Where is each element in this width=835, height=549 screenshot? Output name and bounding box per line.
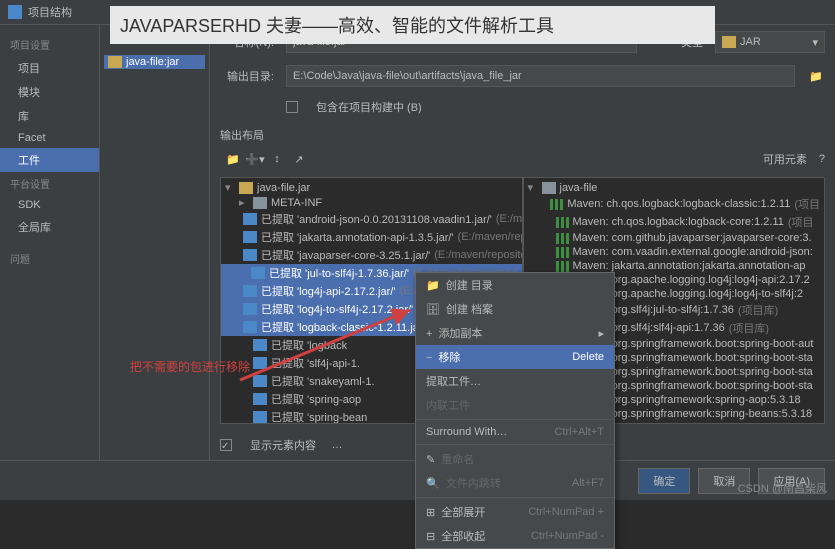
- library-icon: [556, 247, 569, 258]
- type-dropdown[interactable]: JAR ▾: [715, 31, 825, 53]
- chevron-down-icon: ▾: [812, 36, 818, 49]
- ctx-add-copy[interactable]: +添加副本▸: [416, 321, 614, 345]
- library-icon: [556, 217, 569, 228]
- sidebar-item-libraries[interactable]: 库: [0, 104, 99, 128]
- sidebar-group-platform: 平台设置: [0, 172, 99, 195]
- arch-icon: [253, 411, 267, 423]
- app-icon: [8, 5, 22, 19]
- annotation-note: 把不需要的包进行移除: [130, 358, 250, 375]
- plus-icon: +: [426, 328, 432, 340]
- separator: [416, 444, 614, 445]
- separator: [416, 497, 614, 498]
- outdir-label: 输出目录:: [220, 68, 274, 84]
- tree-item[interactable]: 已提取 'javaparser-core-3.25.1.jar/' (E:/ma…: [221, 246, 522, 264]
- arch-icon: [243, 303, 257, 315]
- arch-icon: [253, 375, 267, 387]
- tree-item[interactable]: ▾java-file: [524, 180, 825, 195]
- separator: [416, 419, 614, 420]
- arch-icon: [243, 249, 257, 261]
- arch-icon: [253, 339, 267, 351]
- tree-item[interactable]: ▾java-file.jar: [221, 180, 522, 195]
- ctx-collapse[interactable]: ⊟全部收起Ctrl+NumPad -: [416, 524, 614, 548]
- archive-icon: 🗄: [426, 304, 440, 316]
- folder-icon: 📁: [426, 280, 440, 292]
- artifact-name: java-file:jar: [126, 56, 179, 68]
- arch-icon: [243, 231, 257, 243]
- sort-icon[interactable]: ↕: [268, 150, 286, 168]
- new-folder-icon[interactable]: 📁: [224, 150, 242, 168]
- ctx-create-dir[interactable]: 📁创建 目录: [416, 273, 614, 297]
- sidebar-item-globlib[interactable]: 全局库: [0, 215, 99, 239]
- tree-item[interactable]: Maven: ch.qos.logback:logback-core:1.2.1…: [524, 213, 825, 231]
- sidebar-group-project: 项目设置: [0, 33, 99, 56]
- show-content-label: 显示元素内容: [250, 437, 316, 453]
- dir-icon: [542, 182, 556, 194]
- watermark: CSDN @南昌柴风: [738, 480, 827, 496]
- ctx-nav: 🔍文件内跳转Alt+F7: [416, 471, 614, 495]
- tree-item[interactable]: 已提取 'android-json-0.0.20131108.vaadin1.j…: [221, 210, 522, 228]
- action-icon[interactable]: ↗: [290, 150, 308, 168]
- ctx-expand[interactable]: ⊞全部展开Ctrl+NumPad +: [416, 500, 614, 524]
- library-icon: [550, 199, 563, 210]
- arch-icon: [253, 393, 267, 405]
- browse-icon[interactable]: 📁: [807, 67, 825, 85]
- tree-item[interactable]: ▸META-INF: [221, 195, 522, 210]
- sidebar-item-modules[interactable]: 模块: [0, 80, 99, 104]
- tree-item[interactable]: Maven: com.vaadin.external.google:androi…: [524, 245, 825, 259]
- sidebar-item-facets[interactable]: Facet: [0, 128, 99, 148]
- tree-item[interactable]: 已提取 'jakarta.annotation-api-1.3.5.jar/' …: [221, 228, 522, 246]
- ctx-extract[interactable]: 提取工件…: [416, 369, 614, 393]
- jar-icon: [239, 182, 253, 194]
- tree-item[interactable]: Maven: com.github.javaparser:javaparser-…: [524, 231, 825, 245]
- include-build-label: 包含在项目构建中 (B): [316, 99, 422, 115]
- library-icon: [556, 261, 569, 272]
- arch-icon: [243, 321, 257, 333]
- ctx-surround[interactable]: Surround With…Ctrl+Alt+T: [416, 422, 614, 442]
- ok-button[interactable]: 确定: [638, 468, 690, 494]
- arch-icon: [253, 357, 267, 369]
- artifact-list: + − java-file:jar: [100, 25, 210, 460]
- chevron-icon: ▾: [225, 181, 235, 194]
- expand-icon: ⊞: [426, 507, 435, 519]
- available-label: 可用元素: [763, 151, 807, 167]
- window-title: 项目结构: [28, 4, 72, 20]
- add-item-icon[interactable]: ➕▾: [246, 150, 264, 168]
- ctx-inline: 内联工件: [416, 393, 614, 417]
- dir-icon: [253, 197, 267, 209]
- tree-item[interactable]: Maven: ch.qos.logback:logback-classic:1.…: [524, 195, 825, 213]
- sidebar-item-artifacts[interactable]: 工件: [0, 148, 99, 172]
- arch-icon: [243, 285, 257, 297]
- layout-label: 输出布局: [220, 127, 264, 143]
- jar-icon: [108, 56, 122, 68]
- sidebar-item-sdk[interactable]: SDK: [0, 195, 99, 215]
- overlay-banner: JAVAPARSERHD 夫妻——高效、智能的文件解析工具: [110, 6, 715, 44]
- collapse-icon: ⊟: [426, 531, 435, 543]
- include-build-checkbox[interactable]: [286, 101, 298, 113]
- chevron-icon: ▸: [239, 196, 249, 209]
- context-menu: 📁创建 目录 🗄创建 档案 +添加副本▸ −移除Delete 提取工件… 内联工…: [415, 272, 615, 549]
- tree-item[interactable]: Maven: jakarta.annotation:jakarta.annota…: [524, 259, 825, 273]
- library-icon: [556, 233, 569, 244]
- arch-icon: [243, 213, 257, 225]
- ctx-create-archive[interactable]: 🗄创建 档案: [416, 297, 614, 321]
- artifact-item[interactable]: java-file:jar: [104, 55, 205, 69]
- sidebar-item-problems[interactable]: 问题: [0, 247, 99, 270]
- sidebar: 项目设置 项目 模块 库 Facet 工件 平台设置 SDK 全局库 问题: [0, 25, 100, 460]
- ctx-rename: ✎重命名: [416, 447, 614, 471]
- arch-icon: [251, 267, 265, 279]
- show-content-checkbox[interactable]: [220, 439, 232, 451]
- more-icon[interactable]: …: [328, 436, 346, 454]
- ctx-remove[interactable]: −移除Delete: [416, 345, 614, 369]
- minus-icon: −: [426, 352, 432, 364]
- outdir-input[interactable]: [286, 65, 795, 87]
- chevron-right-icon: ▸: [598, 327, 604, 340]
- help-icon[interactable]: ?: [819, 153, 825, 165]
- chevron-icon: ▾: [528, 181, 538, 194]
- sidebar-item-project[interactable]: 项目: [0, 56, 99, 80]
- jar-icon: [722, 36, 736, 48]
